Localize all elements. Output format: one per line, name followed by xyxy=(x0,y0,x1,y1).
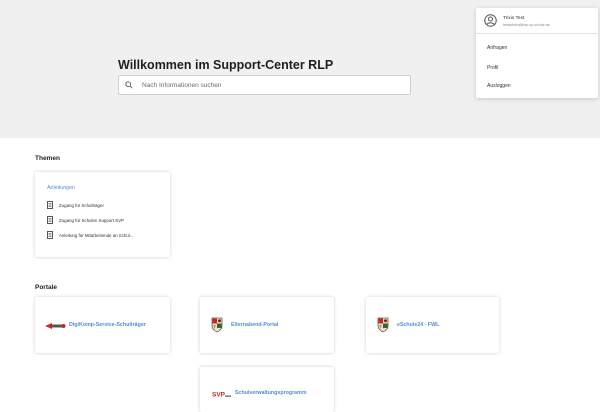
menu-item-anfragen[interactable]: Anfragen xyxy=(487,45,507,51)
menu-item-profil[interactable]: Profil xyxy=(487,65,498,71)
menu-divider xyxy=(476,33,598,34)
portal-label: eSchule24 - FWL xyxy=(397,322,440,328)
doc-title: Zugang für Schulen Support SVP xyxy=(59,217,124,223)
search-placeholder: Nach Informationen suchen xyxy=(142,81,222,89)
themen-card: Anleitungen Zugang für Schulträger Zugan… xyxy=(35,172,170,257)
portal-card-digikomp[interactable]: DigiKomp-Service-Schulträger xyxy=(35,297,170,353)
portal-card-eschule24[interactable]: eSchule24 - FWL xyxy=(366,297,499,353)
portal-card-schulverwaltung[interactable]: SVP Schulverwaltungsprogramm xyxy=(200,367,334,412)
portal-label: Schulverwaltungsprogramm xyxy=(235,390,307,396)
search-icon xyxy=(125,78,139,92)
section-title-themen: Themen xyxy=(35,155,60,162)
document-icon xyxy=(47,201,54,209)
doc-title: Anleitung für Mitarbeitende an Schul... xyxy=(59,232,134,238)
doc-title: Zugang für Schulträger xyxy=(59,202,104,208)
svp-logo-icon: SVP xyxy=(212,389,232,399)
section-title-portale: Portale xyxy=(35,284,58,291)
menu-item-ausloggen[interactable]: Ausloggen xyxy=(487,83,511,89)
user-avatar-icon[interactable] xyxy=(484,14,497,27)
portal-card-elternabend[interactable]: Elternabend-Portal xyxy=(200,297,334,353)
anleitungen-link[interactable]: Anleitungen xyxy=(47,185,75,191)
doc-item[interactable]: Anleitung für Mitarbeitende an Schul... xyxy=(47,231,133,239)
portal-label: DigiKomp-Service-Schulträger xyxy=(69,322,146,328)
portal-label: Elternabend-Portal xyxy=(231,322,279,328)
rlp-crest-icon xyxy=(376,316,390,334)
rlp-crest-icon xyxy=(210,316,224,334)
user-name: Trixis Test xyxy=(503,16,525,21)
doc-item[interactable]: Zugang für Schulträger xyxy=(47,201,104,209)
doc-item[interactable]: Zugang für Schulen Support SVP xyxy=(47,216,124,224)
search-input[interactable]: Nach Informationen suchen xyxy=(118,75,411,95)
document-icon xyxy=(47,216,54,224)
page-title: Willkommen im Support-Center RLP xyxy=(118,58,334,72)
svg-text:SVP: SVP xyxy=(212,392,226,399)
user-menu: Trixis Test testadmin@bsp-rlp.schule.de … xyxy=(476,8,598,98)
user-email: testadmin@bsp-rlp.schule.de xyxy=(503,23,550,27)
document-icon xyxy=(47,231,54,239)
digikomp-logo-icon xyxy=(44,317,66,333)
